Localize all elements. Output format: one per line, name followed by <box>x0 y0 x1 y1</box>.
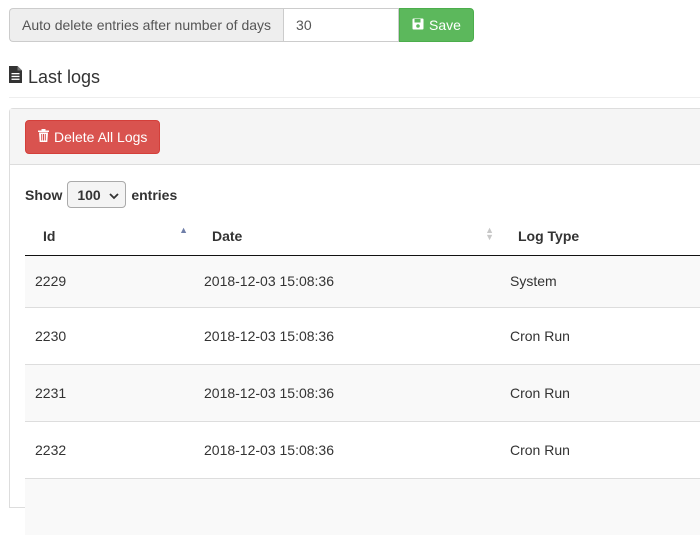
sort-both-icon: ▲ ▼ <box>485 225 494 242</box>
cell-id: 2229 <box>25 255 194 307</box>
days-input[interactable] <box>283 8 400 42</box>
table-row[interactable] <box>25 477 700 535</box>
trash-icon <box>38 129 49 145</box>
cell-log-type <box>500 477 700 535</box>
table-row[interactable]: 2230 2018-12-03 15:08:36 Cron Run <box>25 306 700 364</box>
page-title: Last logs <box>28 66 101 87</box>
table-row[interactable]: 2229 2018-12-03 15:08:36 System <box>25 255 700 307</box>
delete-all-label: Delete All Logs <box>54 129 148 145</box>
cell-log-type: System <box>500 255 700 307</box>
cell-id: 2232 <box>25 420 194 478</box>
cell-date: 2018-12-03 15:08:36 <box>194 420 500 478</box>
file-text-icon <box>9 66 22 88</box>
cell-id: 2230 <box>25 306 194 364</box>
cell-id: 2231 <box>25 363 194 421</box>
chevron-down-icon <box>109 187 119 203</box>
entries-select-value: 100 <box>77 186 101 203</box>
cell-log-type: Cron Run <box>500 306 700 364</box>
cell-id <box>25 477 194 535</box>
save-label: Save <box>429 17 461 33</box>
column-header-log-type[interactable]: Log Type <box>500 217 700 256</box>
panel-header: Delete All Logs <box>10 109 700 165</box>
table-row[interactable]: 2231 2018-12-03 15:08:36 Cron Run <box>25 363 700 421</box>
cell-log-type: Cron Run <box>500 363 700 421</box>
auto-delete-label: Auto delete entries after number of days <box>9 8 284 42</box>
cell-date <box>194 477 500 535</box>
cell-date: 2018-12-03 15:08:36 <box>194 306 500 364</box>
column-header-date[interactable]: Date ▲ ▼ <box>194 217 500 256</box>
title-divider <box>9 97 700 98</box>
cell-date: 2018-12-03 15:08:36 <box>194 255 500 307</box>
floppy-disk-icon <box>412 17 424 33</box>
table-row[interactable]: 2232 2018-12-03 15:08:36 Cron Run <box>25 420 700 478</box>
column-header-label: Id <box>43 227 56 244</box>
column-header-label: Log Type <box>518 227 580 244</box>
save-button[interactable]: Save <box>399 8 474 42</box>
column-header-id[interactable]: Id ▲ <box>25 217 194 256</box>
length-menu: Show 100 entries <box>25 181 177 208</box>
section-heading: Last logs <box>9 66 100 88</box>
entries-label: entries <box>131 186 178 203</box>
table-header-row: Id ▲ Date ▲ ▼ Log Type <box>25 217 700 256</box>
column-header-label: Date <box>212 227 243 244</box>
cell-date: 2018-12-03 15:08:36 <box>194 363 500 421</box>
delete-all-logs-button[interactable]: Delete All Logs <box>25 120 161 154</box>
auto-delete-form: Auto delete entries after number of days… <box>9 8 474 42</box>
logs-panel: Delete All Logs Show 100 entries Id ▲ Da… <box>9 108 700 535</box>
logs-table: Id ▲ Date ▲ ▼ Log Type 2229 2018-12-03 1… <box>25 217 700 535</box>
cell-log-type: Cron Run <box>500 420 700 478</box>
sort-ascending-icon: ▲ <box>179 225 188 235</box>
show-label: Show <box>25 186 63 203</box>
entries-select[interactable]: 100 <box>67 181 127 208</box>
